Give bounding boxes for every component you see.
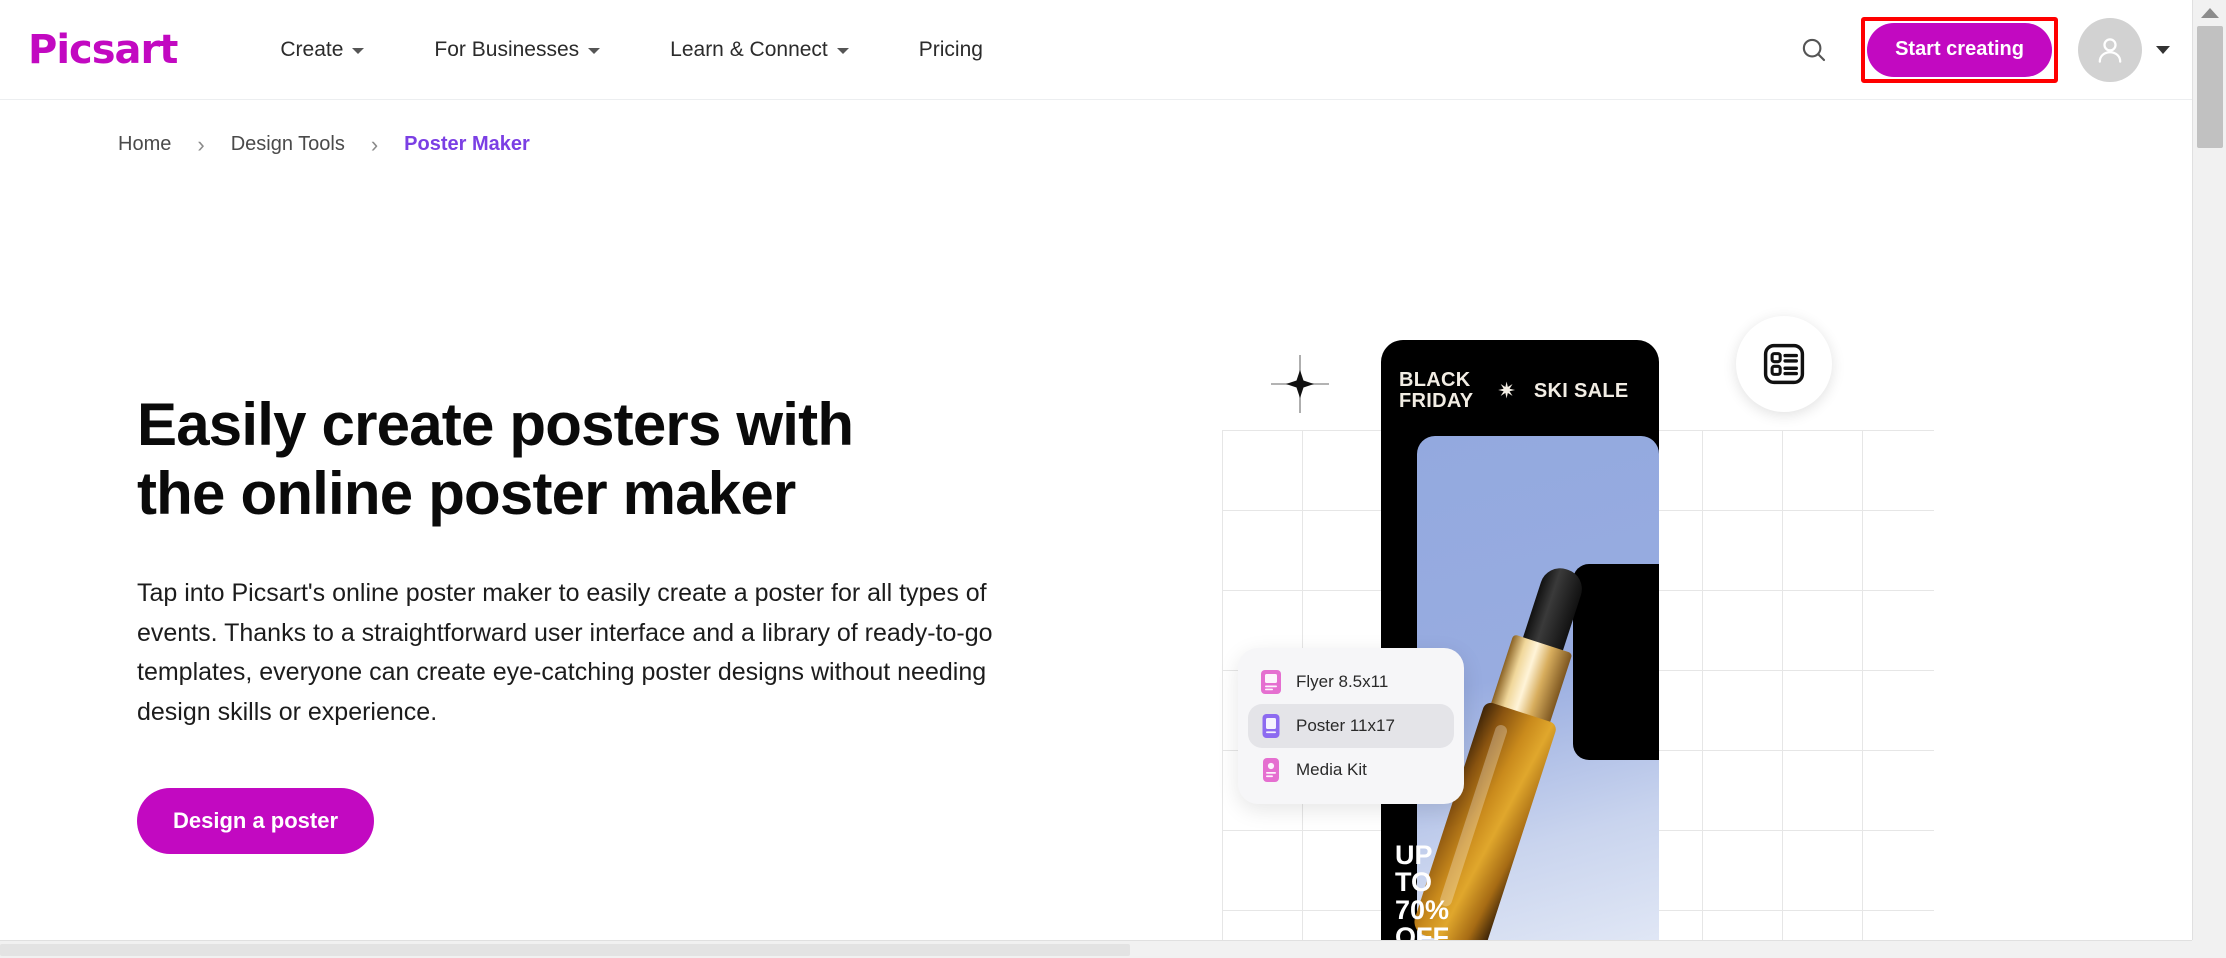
poster-document-icon (1260, 713, 1282, 739)
poster-headline-row: BLACK FRIDAY ✷ SKI SALE (1381, 362, 1659, 420)
template-menu-item-label: Media Kit (1296, 760, 1367, 779)
design-a-poster-button[interactable]: Design a poster (137, 788, 375, 854)
vertical-scrollbar[interactable] (2192, 0, 2226, 940)
start-creating-wrapper: Start creating (1861, 16, 2058, 83)
vertical-scroll-thumb[interactable] (2197, 26, 2223, 148)
breadcrumb-separator: › (370, 131, 379, 157)
breadcrumb-item-design-tools[interactable]: Design Tools (231, 133, 345, 156)
user-avatar-icon (2098, 37, 2122, 63)
horizontal-scroll-thumb[interactable] (0, 944, 1130, 956)
scroll-up-arrow-icon[interactable] (2200, 8, 2219, 18)
search-icon (1802, 38, 1826, 61)
start-creating-button[interactable]: Start creating (1867, 22, 2052, 77)
avatar-chevron-down-icon[interactable] (2156, 45, 2170, 54)
template-menu-item-poster[interactable]: Poster 11x17 (1248, 704, 1454, 748)
hero-description: Tap into Picsart's online poster maker t… (137, 579, 993, 726)
nav-item-create[interactable]: Create (280, 37, 365, 62)
search-button[interactable] (1791, 27, 1837, 73)
chevron-down-icon (352, 48, 365, 54)
main-navigation: Create For Businesses Learn & Connect Pr… (280, 38, 983, 62)
nav-item-learn-connect[interactable]: Learn & Connect (670, 38, 849, 62)
page-title: Easily create posters with the online po… (137, 391, 854, 527)
page-root: Picsart Create For Businesses Learn & Co… (0, 0, 2226, 958)
nav-item-label: Create (280, 37, 344, 61)
horizontal-scrollbar[interactable] (0, 940, 2192, 958)
template-menu-item-flyer[interactable]: Flyer 8.5x11 (1248, 660, 1454, 704)
site-header: Picsart Create For Businesses Learn & Co… (0, 0, 2192, 100)
breadcrumb-separator: › (197, 131, 205, 157)
poster-headline-left: BLACK FRIDAY (1399, 369, 1474, 412)
breadcrumb: Home › Design Tools › Poster Maker (118, 133, 530, 156)
four-point-star-marker-icon (1271, 355, 1329, 413)
hero-text-block: Easily create posters with the online po… (137, 390, 1037, 854)
starburst-icon: ✷ (1497, 378, 1516, 403)
breadcrumb-item-home[interactable]: Home (118, 133, 171, 156)
poster-headline-right: SKI SALE (1533, 379, 1629, 402)
template-layout-icon (1763, 343, 1805, 385)
nav-item-label: For Businesses (434, 37, 580, 61)
nav-item-pricing[interactable]: Pricing (919, 38, 983, 62)
template-menu-item-label: Poster 11x17 (1296, 716, 1395, 735)
nav-item-label: Learn & Connect (670, 37, 828, 61)
template-layout-button[interactable] (1736, 316, 1832, 412)
avatar[interactable] (2078, 17, 2142, 82)
chevron-down-icon (588, 48, 601, 54)
media-kit-document-icon (1260, 757, 1282, 783)
header-actions: Start creating (1791, 16, 2192, 83)
breadcrumb-item-poster-maker: Poster Maker (404, 133, 530, 155)
chevron-down-icon (836, 48, 849, 54)
template-menu-item-media-kit[interactable]: Media Kit (1248, 748, 1454, 792)
template-size-menu: Flyer 8.5x11 Poster 11x17 Media Kit (1238, 648, 1464, 804)
picsart-logo[interactable]: Picsart (28, 30, 178, 70)
nav-item-for-businesses[interactable]: For Businesses (434, 37, 601, 62)
nav-item-label: Pricing (918, 37, 983, 61)
scrollbar-corner (2192, 940, 2226, 958)
template-menu-item-label: Flyer 8.5x11 (1296, 672, 1389, 691)
flyer-document-icon (1260, 669, 1282, 695)
